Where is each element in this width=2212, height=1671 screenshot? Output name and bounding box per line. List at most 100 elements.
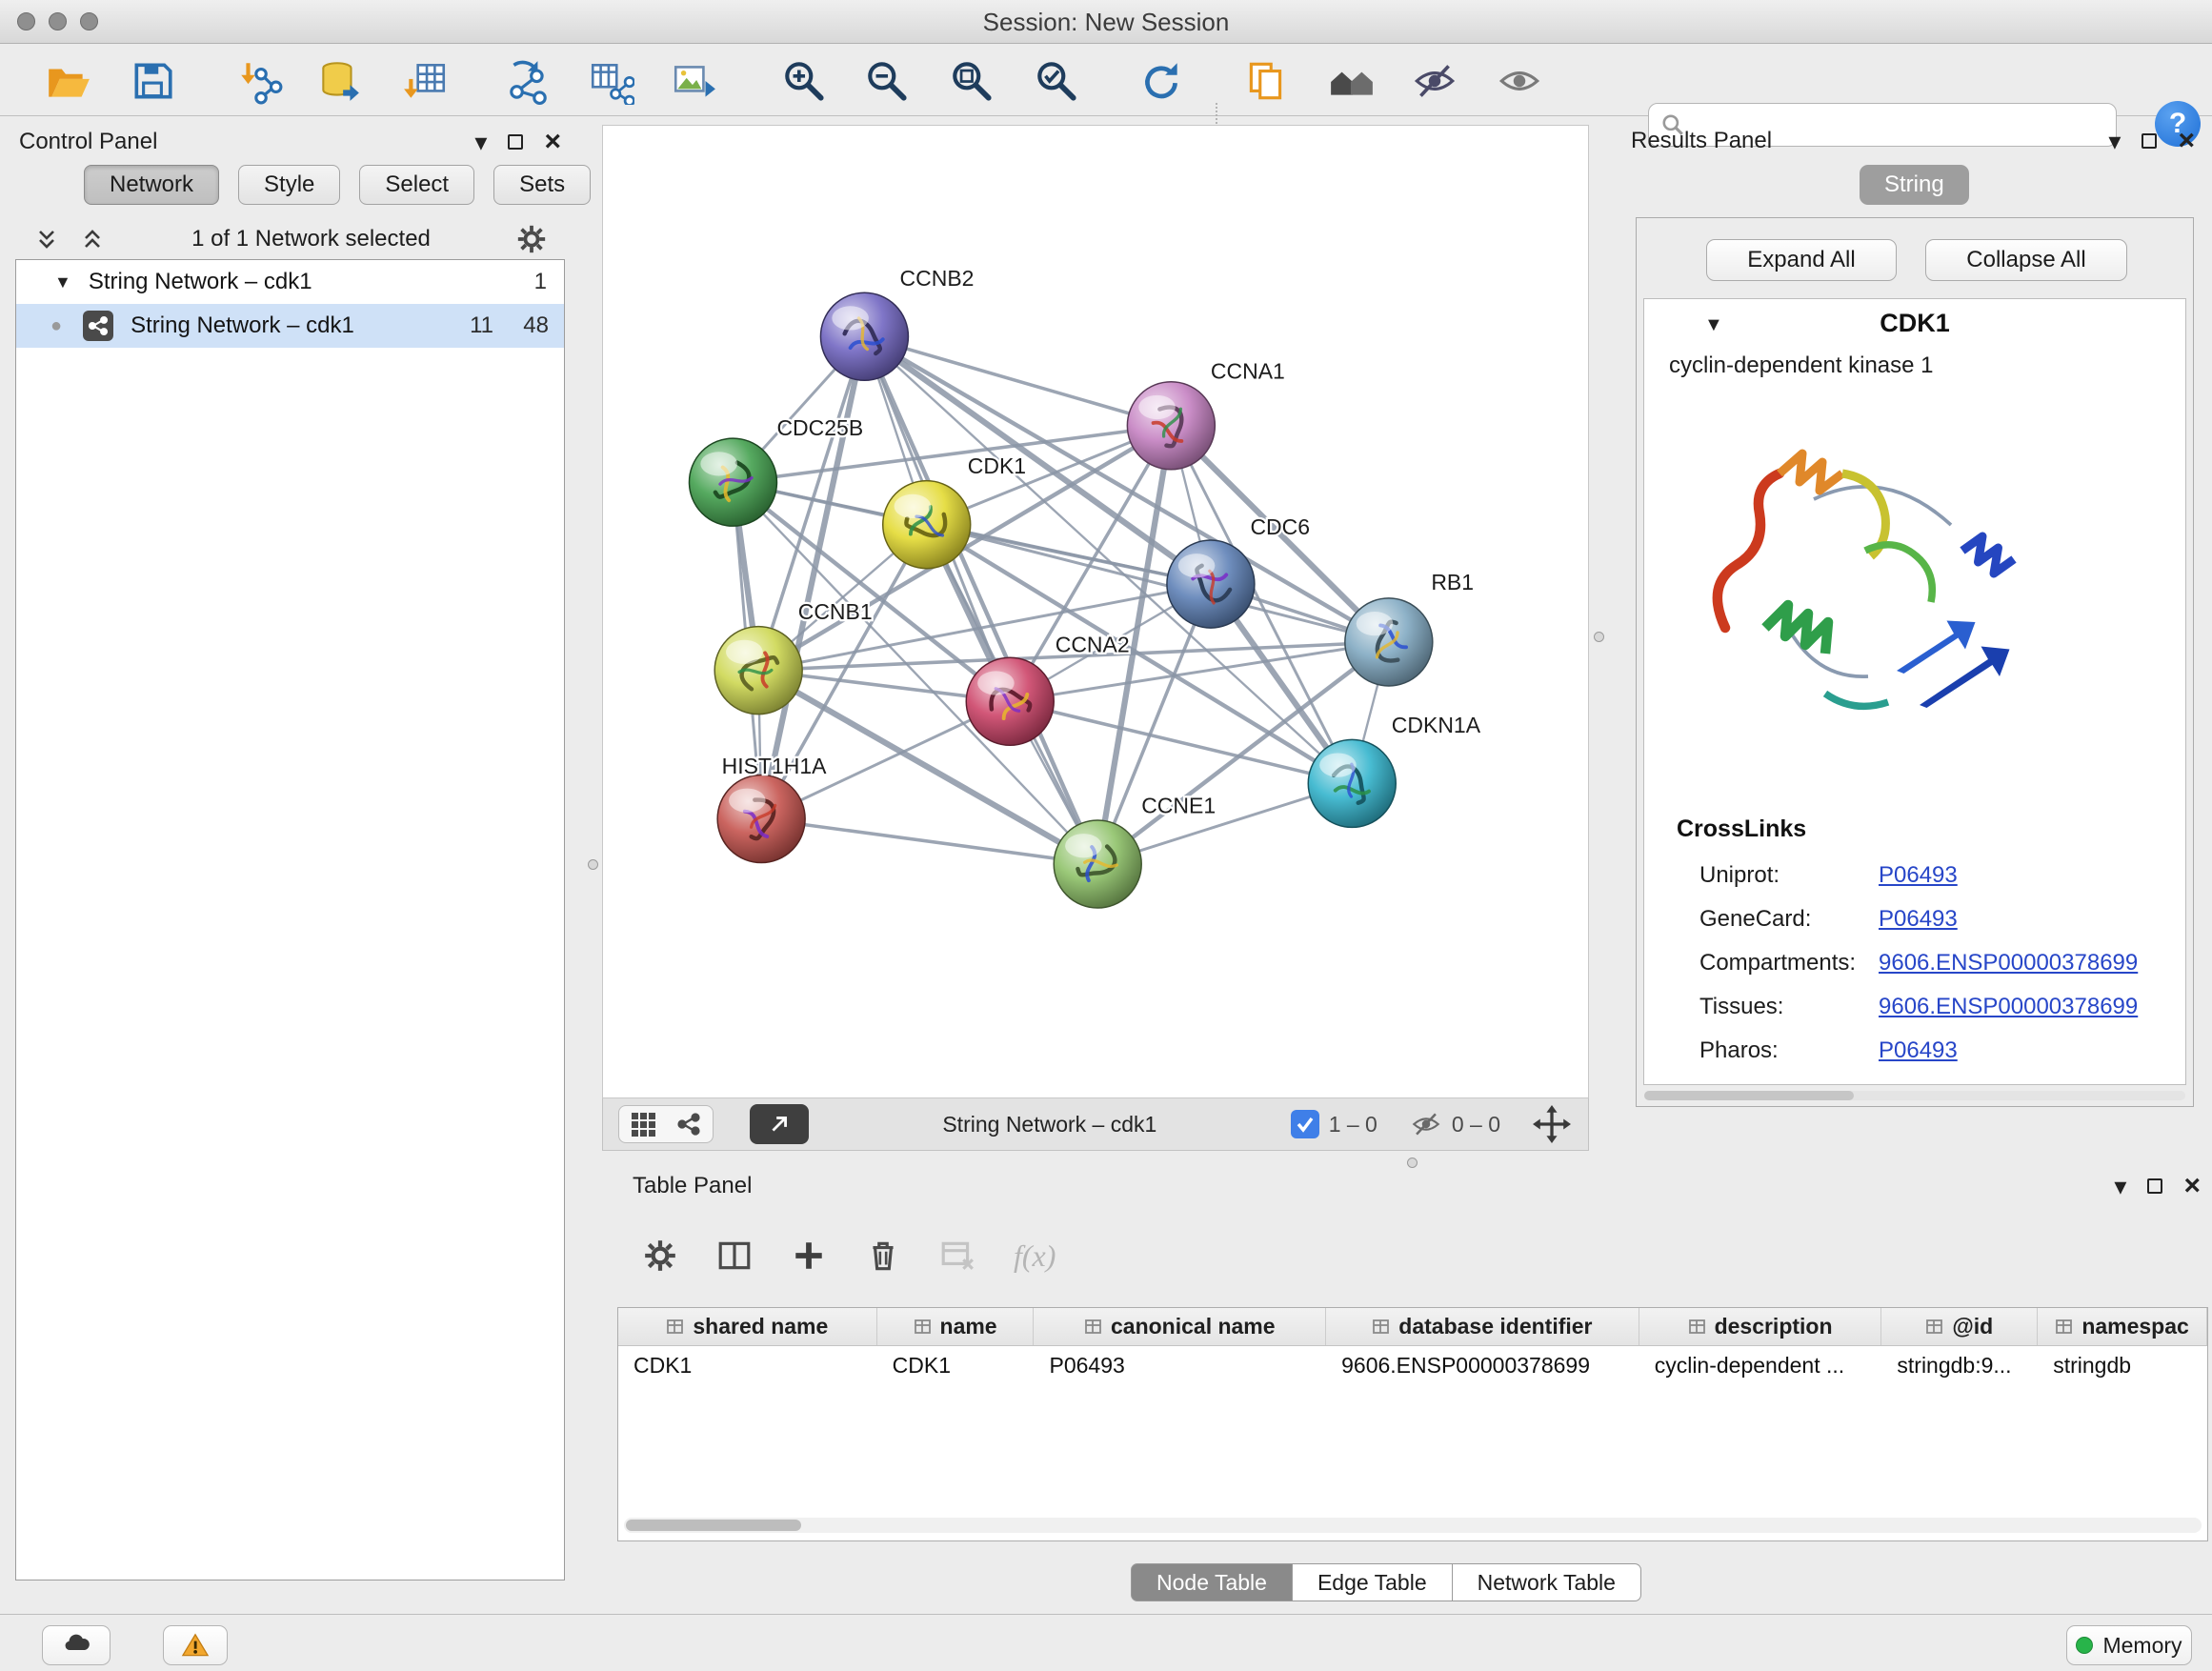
export-image-button[interactable] [668, 55, 719, 107]
save-session-button[interactable] [127, 55, 178, 107]
tab-string[interactable]: String [1860, 165, 1969, 205]
column-header-id[interactable]: @id [1881, 1308, 2038, 1345]
crosslink-link[interactable]: 9606.ENSP00000378699 [1879, 950, 2138, 976]
crosslinks-list: Uniprot:P06493GeneCard:P06493Compartment… [1644, 854, 2185, 1073]
table-row[interactable]: CDK1CDK1P064939606.ENSP00000378699cyclin… [618, 1346, 2207, 1386]
tab-network[interactable]: Network [84, 165, 219, 205]
column-header-canonical-name[interactable]: canonical name [1034, 1308, 1326, 1345]
birdseye-grid-icon[interactable] [629, 1110, 657, 1138]
open-in-new-button[interactable] [750, 1104, 809, 1144]
control-panel-title: Control Panel [19, 129, 157, 155]
node-CDK1[interactable]: CDK1 [883, 453, 1026, 568]
tab-node-table[interactable]: Node Table [1131, 1563, 1293, 1601]
minimize-window-button[interactable] [49, 12, 67, 30]
edge-CCNB2-CCNE1[interactable] [864, 336, 1097, 864]
node-RB1[interactable]: RB1 [1345, 570, 1474, 686]
new-network-from-table-button[interactable] [585, 55, 636, 107]
right-splitter-handle[interactable] [1594, 632, 1604, 642]
cell-description[interactable]: cyclin-dependent ... [1639, 1346, 1882, 1386]
crosslink-link[interactable]: P06493 [1879, 906, 1958, 933]
node-CCNE1[interactable]: CCNE1 [1054, 794, 1216, 908]
hidden-eye-slash-icon[interactable] [1410, 1108, 1442, 1140]
share-network-icon[interactable] [674, 1110, 703, 1138]
results-panel-close-icon[interactable]: × [2178, 131, 2195, 151]
cell-id[interactable]: stringdb:9... [1881, 1346, 2038, 1386]
hide-panels-button[interactable] [1409, 55, 1460, 107]
add-column-icon[interactable] [791, 1238, 827, 1274]
network-row[interactable]: ● String Network – cdk1 11 48 [16, 304, 564, 348]
expand-all-button[interactable]: Expand All [1706, 239, 1897, 281]
cell-namespac[interactable]: stringdb [2038, 1346, 2207, 1386]
zoom-fit-button[interactable] [946, 55, 997, 107]
column-header-database-identifier[interactable]: database identifier [1326, 1308, 1639, 1345]
refresh-layout-button[interactable] [1136, 55, 1187, 107]
delete-column-trash-icon[interactable] [865, 1238, 901, 1274]
cloud-status-button[interactable] [42, 1625, 111, 1665]
results-panel-float-icon[interactable] [2142, 133, 2157, 149]
home-button[interactable] [1326, 55, 1377, 107]
tab-select[interactable]: Select [359, 165, 474, 205]
cell-name[interactable]: CDK1 [877, 1346, 1035, 1386]
select-columns-icon[interactable] [716, 1238, 753, 1274]
column-header-shared-name[interactable]: shared name [618, 1308, 877, 1345]
cell-shared-name[interactable]: CDK1 [618, 1346, 877, 1386]
zoom-in-button[interactable] [778, 55, 830, 107]
edge-CCNB2-HIST1H1A[interactable] [761, 336, 864, 818]
cloud-icon [62, 1631, 90, 1660]
table-settings-gear-icon[interactable] [642, 1238, 678, 1274]
selected-checkbox-icon[interactable] [1291, 1110, 1319, 1138]
node-HIST1H1A[interactable]: HIST1H1A [717, 754, 827, 863]
import-network-from-database-button[interactable] [313, 55, 365, 107]
expand-all-icon[interactable] [78, 225, 107, 253]
memory-button[interactable]: Memory [2066, 1625, 2192, 1665]
control-panel-collapse-icon[interactable]: ▾ [474, 132, 487, 151]
collapse-all-button[interactable]: Collapse All [1925, 239, 2127, 281]
zoom-selected-button[interactable] [1031, 55, 1082, 107]
table-panel-close-icon[interactable]: × [2183, 1177, 2201, 1196]
import-network-from-file-button[interactable] [234, 55, 286, 107]
network-options-gear-icon[interactable] [515, 223, 548, 255]
pan-move-icon[interactable] [1533, 1105, 1571, 1143]
hidden-count: 0 – 0 [1452, 1112, 1500, 1137]
node-CCNA1[interactable]: CCNA1 [1127, 359, 1284, 470]
bottom-splitter-handle[interactable] [1407, 1158, 1418, 1168]
maximize-window-button[interactable] [80, 12, 98, 30]
tab-style[interactable]: Style [238, 165, 340, 205]
cell-database-identifier[interactable]: 9606.ENSP00000378699 [1326, 1346, 1639, 1386]
table-panel-collapse-icon[interactable]: ▾ [2114, 1177, 2126, 1196]
network-canvas[interactable]: CCNB2CCNA1CDC25BCDK1CDC6RB1CCNB1CCNA2CDK… [602, 125, 1589, 1098]
cell-canonical-name[interactable]: P06493 [1034, 1346, 1326, 1386]
open-session-button[interactable] [42, 55, 93, 107]
node-CCNB1[interactable]: CCNB1 [714, 599, 872, 714]
import-table-from-file-button[interactable] [400, 55, 452, 107]
edge-CCNB2-CCNA1[interactable] [864, 336, 1171, 426]
table-panel-float-icon[interactable] [2147, 1178, 2162, 1194]
crosslink-link[interactable]: P06493 [1879, 1037, 1958, 1064]
zoom-out-button[interactable] [861, 55, 913, 107]
collapse-all-icon[interactable] [32, 225, 61, 253]
collection-expander-icon[interactable]: ▼ [54, 272, 71, 292]
tab-sets[interactable]: Sets [493, 165, 591, 205]
clone-network-button[interactable] [1240, 55, 1292, 107]
tab-edge-table[interactable]: Edge Table [1293, 1563, 1453, 1601]
network-collection-row[interactable]: ▼ String Network – cdk1 1 [16, 260, 564, 304]
control-panel-close-icon[interactable]: × [544, 132, 561, 151]
show-panels-button[interactable] [1494, 55, 1545, 107]
tab-network-table[interactable]: Network Table [1453, 1563, 1641, 1601]
window-title: Session: New Session [0, 0, 2212, 44]
edge-HIST1H1A-CCNE1[interactable] [761, 819, 1097, 865]
results-horizontal-scrollbar[interactable] [1644, 1091, 2185, 1100]
column-header-name[interactable]: name [877, 1308, 1035, 1345]
table-scrollbar-thumb[interactable] [626, 1520, 801, 1531]
crosslink-link[interactable]: 9606.ENSP00000378699 [1879, 994, 2138, 1020]
left-splitter-handle[interactable] [588, 859, 598, 870]
warnings-button[interactable] [163, 1625, 228, 1665]
column-header-namespac[interactable]: namespac [2038, 1308, 2207, 1345]
results-panel-collapse-icon[interactable]: ▾ [2108, 131, 2121, 151]
close-window-button[interactable] [17, 12, 35, 30]
column-header-description[interactable]: description [1639, 1308, 1882, 1345]
new-network-button[interactable] [502, 55, 553, 107]
node-CDKN1A[interactable]: CDKN1A [1308, 713, 1480, 827]
control-panel-float-icon[interactable] [508, 134, 523, 150]
crosslink-link[interactable]: P06493 [1879, 862, 1958, 889]
